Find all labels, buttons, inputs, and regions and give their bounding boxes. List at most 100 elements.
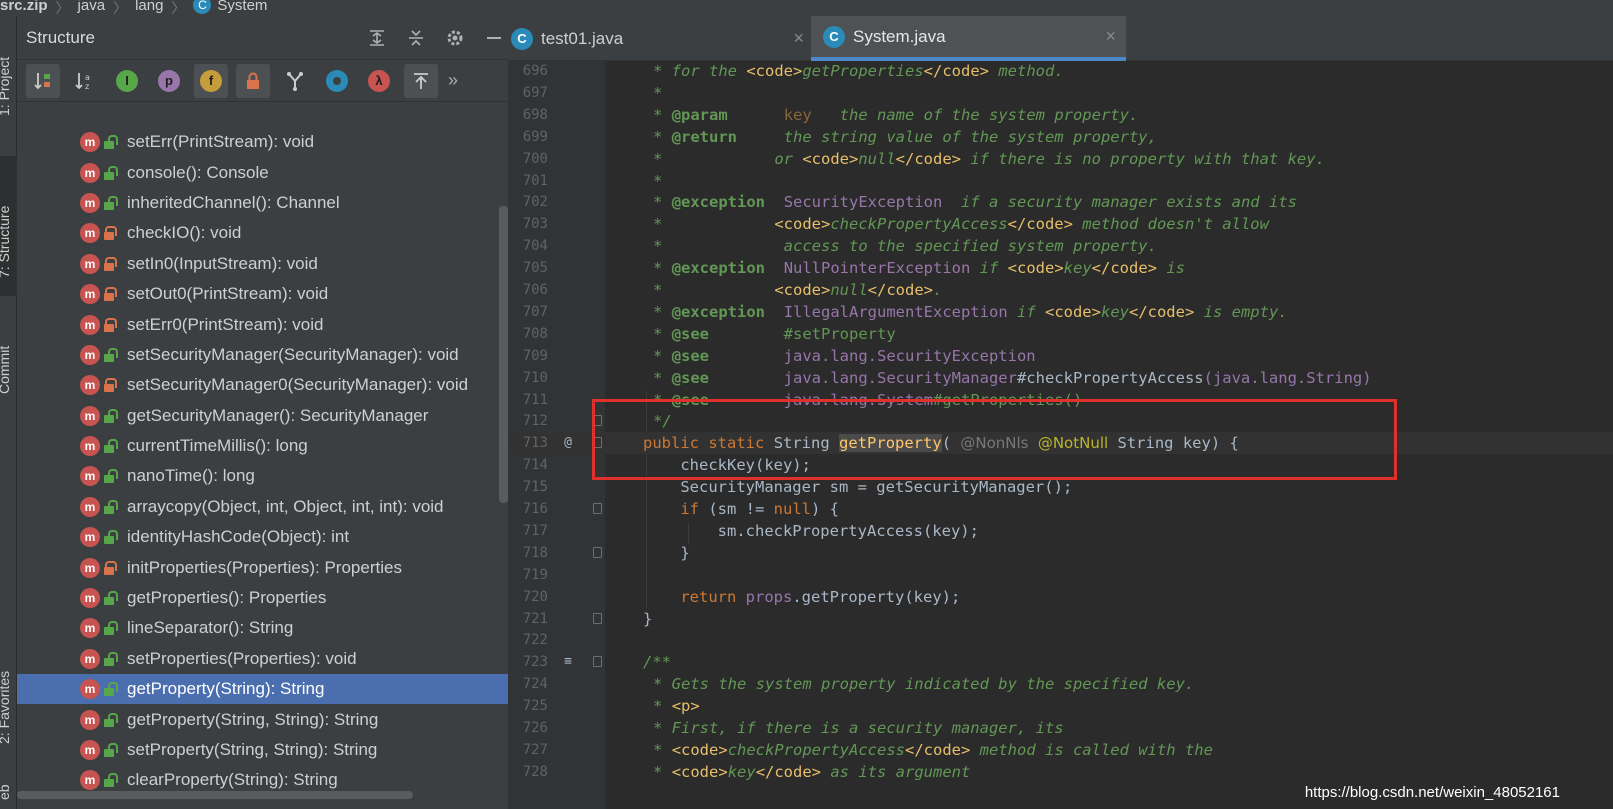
structure-item[interactable]: m setIn0(InputStream): void bbox=[17, 249, 508, 279]
code-line[interactable]: 698 * @param key the name of the system p… bbox=[508, 104, 1613, 126]
code-line[interactable]: 697 * bbox=[508, 82, 1613, 104]
code-line[interactable]: 705 * @exception NullPointerException if … bbox=[508, 257, 1613, 279]
code-line[interactable]: 709 * @see java.lang.SecurityException bbox=[508, 345, 1613, 367]
more-options-icon[interactable]: » bbox=[448, 70, 458, 91]
code-line[interactable]: 707 * @exception IllegalArgumentException… bbox=[508, 301, 1613, 323]
fold-icon[interactable] bbox=[593, 612, 602, 624]
structure-item[interactable]: m lineSeparator(): String bbox=[17, 613, 508, 643]
code-line[interactable]: 725 * <p> bbox=[508, 695, 1613, 717]
structure-item[interactable]: m setProperties(Properties): void bbox=[17, 644, 508, 674]
structure-item[interactable]: m arraycopy(Object, int, Object, int, int… bbox=[17, 492, 508, 522]
code-line[interactable]: 704 * access to the specified system prop… bbox=[508, 235, 1613, 257]
editor-tabs: C test01.java × C System.java × bbox=[508, 16, 1613, 61]
close-icon[interactable]: × bbox=[793, 28, 804, 49]
tool-window-structure[interactable]: 7: Structure bbox=[0, 206, 12, 278]
sort-alphabetically-button[interactable]: az bbox=[68, 64, 102, 98]
show-non-public-button[interactable] bbox=[236, 63, 270, 98]
show-classes-button[interactable] bbox=[320, 64, 354, 98]
tool-window-commit[interactable]: Commit bbox=[0, 346, 12, 394]
code-line[interactable]: 719 bbox=[508, 564, 1613, 586]
structure-item[interactable]: m setErr0(PrintStream): void bbox=[17, 309, 508, 339]
code-line[interactable]: 708 * @see #setProperty bbox=[508, 323, 1613, 345]
line-number: 703 bbox=[522, 216, 548, 233]
doc-marker-icon[interactable]: ≡ bbox=[560, 651, 576, 673]
code-line[interactable]: 718 } bbox=[508, 542, 1613, 564]
structure-item[interactable]: m setSecurityManager0(SecurityManager): v… bbox=[17, 370, 508, 400]
horizontal-scrollbar[interactable] bbox=[17, 791, 413, 799]
structure-item[interactable]: m getProperty(String): String bbox=[17, 674, 508, 705]
structure-item[interactable]: m currentTimeMillis(): long bbox=[17, 431, 508, 461]
code-line[interactable]: 727 * <code>checkPropertyAccess</code> me… bbox=[508, 739, 1613, 761]
structure-item[interactable]: m setProperty(String, String): String bbox=[17, 735, 508, 765]
code-line[interactable]: 703 * <code>checkPropertyAccess</code> me… bbox=[508, 213, 1613, 235]
structure-item[interactable]: m nanoTime(): long bbox=[17, 461, 508, 491]
structure-header: Structure bbox=[17, 16, 508, 60]
structure-item[interactable]: m getSecurityManager(): SecurityManager bbox=[17, 401, 508, 431]
line-number: 696 bbox=[522, 63, 548, 79]
structure-item-label: setProperty(String, String): String bbox=[127, 740, 378, 759]
line-number: 715 bbox=[522, 479, 548, 496]
hide-panel-icon[interactable] bbox=[480, 24, 508, 52]
show-fields-button[interactable]: f bbox=[194, 63, 228, 98]
tool-window-project[interactable]: 1: Project bbox=[0, 57, 12, 116]
code-line[interactable]: 721} bbox=[508, 608, 1613, 630]
code-line[interactable]: 710 * @see java.lang.SecurityManager#chec… bbox=[508, 367, 1613, 389]
breadcrumb-item-system[interactable]: C System bbox=[193, 0, 267, 14]
code-line[interactable]: 706 * <code>null</code>. bbox=[508, 279, 1613, 301]
tool-window-favorites[interactable]: 2: Favorites bbox=[0, 671, 12, 744]
code-line[interactable]: 720 return props.getProperty(key); bbox=[508, 586, 1613, 608]
tool-window-other[interactable]: eb bbox=[0, 784, 12, 800]
structure-item[interactable]: m initProperties(Properties): Properties bbox=[17, 552, 508, 582]
breadcrumb-item-lang[interactable]: lang bbox=[135, 0, 163, 14]
autoscroll-to-source-button[interactable] bbox=[404, 63, 438, 98]
code-line[interactable]: 717 sm.checkPropertyAccess(key); bbox=[508, 520, 1613, 542]
vertical-scrollbar[interactable] bbox=[499, 206, 508, 503]
show-properties-button[interactable]: p bbox=[152, 64, 186, 98]
public-visibility-icon bbox=[103, 408, 118, 423]
code-line[interactable]: 728 * <code>key</code> as its argument bbox=[508, 761, 1613, 783]
collapse-all-icon[interactable] bbox=[402, 24, 430, 52]
code-line[interactable]: 702 * @exception SecurityException if a s… bbox=[508, 191, 1613, 213]
tab-system-java[interactable]: C System.java × bbox=[811, 16, 1126, 61]
show-anonymous-button[interactable] bbox=[278, 64, 312, 98]
code-line[interactable]: 724 * Gets the system property indicated … bbox=[508, 673, 1613, 695]
code-line[interactable]: 700 * or <code>null</code> if there is no… bbox=[508, 148, 1613, 170]
structure-item[interactable]: m setOut0(PrintStream): void bbox=[17, 279, 508, 309]
structure-item[interactable]: m inheritedChannel(): Channel bbox=[17, 188, 508, 218]
structure-item[interactable]: m identityHashCode(Object): int bbox=[17, 522, 508, 552]
code-text: * @exception SecurityException if a secu… bbox=[653, 191, 1297, 213]
structure-panel: Structure az I p f λ » m setErr(PrintStr… bbox=[17, 16, 508, 809]
structure-item[interactable]: m setErr(PrintStream): void bbox=[17, 127, 508, 157]
tab-test01-java[interactable]: C test01.java × bbox=[508, 16, 808, 61]
code-line[interactable]: 723 ≡ /** bbox=[508, 651, 1613, 673]
code-line[interactable]: 699 * @return the string value of the sys… bbox=[508, 126, 1613, 148]
code-line[interactable]: 701 * bbox=[508, 170, 1613, 192]
close-icon[interactable]: × bbox=[1105, 26, 1116, 47]
fold-icon[interactable] bbox=[593, 546, 602, 558]
show-inherited-button[interactable]: I bbox=[110, 64, 144, 98]
breadcrumb-item-java[interactable]: java bbox=[78, 0, 106, 14]
implements-marker-icon[interactable]: @ bbox=[560, 432, 576, 454]
gear-icon[interactable] bbox=[441, 24, 469, 52]
structure-item[interactable]: m getProperties(): Properties bbox=[17, 583, 508, 613]
code-text: sm.checkPropertyAccess(key); bbox=[643, 520, 979, 542]
code-line[interactable]: 696 * for the <code>getProperties</code> … bbox=[508, 61, 1613, 82]
code-line[interactable]: 726 * First, if there is a security manag… bbox=[508, 717, 1613, 739]
fold-icon[interactable] bbox=[593, 503, 602, 514]
breadcrumb-separator: 〉 bbox=[55, 0, 70, 16]
breadcrumb-separator: 〉 bbox=[113, 0, 128, 16]
show-lambdas-button[interactable]: λ bbox=[362, 64, 396, 98]
structure-item[interactable]: m setSecurityManager(SecurityManager): vo… bbox=[17, 340, 508, 370]
code-line[interactable]: 716 if (sm != null) { bbox=[508, 498, 1613, 520]
structure-item[interactable]: m console(): Console bbox=[17, 157, 508, 187]
code-token: if bbox=[680, 500, 699, 518]
structure-item[interactable]: m checkIO(): void bbox=[17, 218, 508, 248]
code-token: key bbox=[783, 105, 812, 124]
sort-by-visibility-button[interactable] bbox=[26, 63, 60, 98]
breadcrumb-item-src-zip[interactable]: src.zip bbox=[0, 0, 48, 14]
expand-all-icon[interactable] bbox=[363, 24, 391, 52]
code-token: </code> bbox=[1128, 302, 1195, 321]
code-line[interactable]: 722 bbox=[508, 629, 1613, 651]
fold-icon[interactable] bbox=[593, 656, 602, 668]
structure-item[interactable]: m getProperty(String, String): String bbox=[17, 704, 508, 734]
